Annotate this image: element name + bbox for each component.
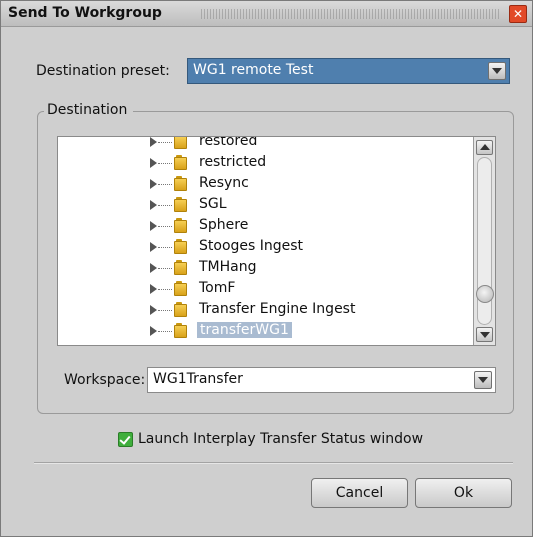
tree-item-label: restored <box>199 136 258 149</box>
workspace-value: WG1Transfer <box>153 371 243 387</box>
tree-connector <box>158 226 172 227</box>
workspace-label: Workspace: <box>64 372 146 388</box>
folder-icon <box>174 302 188 318</box>
folder-icon <box>174 176 188 192</box>
launch-status-checkbox[interactable] <box>118 432 133 447</box>
expand-arrow-icon[interactable] <box>150 263 157 273</box>
expand-arrow-icon[interactable] <box>150 284 157 294</box>
tree-item[interactable]: transferWG1 <box>58 321 468 342</box>
title-bar[interactable]: Send To Workgroup ✕ <box>1 1 532 27</box>
tree-connector <box>158 205 172 206</box>
folder-icon <box>174 281 188 297</box>
tree-connector <box>158 331 172 332</box>
send-to-workgroup-dialog: Send To Workgroup ✕ Destination preset: … <box>0 0 533 537</box>
tree-item-label: Sphere <box>199 217 249 233</box>
tree-connector <box>158 289 172 290</box>
folder-icon <box>174 239 188 255</box>
tree-connector <box>158 268 172 269</box>
folder-icon <box>174 137 188 150</box>
tree-item-label: TomF <box>199 280 236 296</box>
scroll-thumb[interactable] <box>476 284 494 303</box>
expand-arrow-icon[interactable] <box>150 158 157 168</box>
divider <box>34 462 513 464</box>
destination-group-label: Destination <box>44 102 134 118</box>
tree-connector <box>158 310 172 311</box>
tree-item[interactable]: Sphere <box>58 216 468 237</box>
tree-item-label: Transfer Engine Ingest <box>199 301 356 317</box>
expand-arrow-icon[interactable] <box>150 137 157 147</box>
chevron-down-icon[interactable] <box>488 62 506 80</box>
ok-button[interactable]: Ok <box>415 478 512 508</box>
tree-item[interactable]: TomF <box>58 279 468 300</box>
tree-item[interactable]: restricted <box>58 153 468 174</box>
tree-connector <box>158 142 172 143</box>
tree-item-label: Stooges Ingest <box>199 238 304 254</box>
folder-icon <box>174 197 188 213</box>
destination-preset-value: WG1 remote Test <box>193 62 314 78</box>
chevron-down-icon[interactable] <box>474 371 492 389</box>
destination-preset-label: Destination preset: <box>36 63 170 79</box>
tree-item-label: transferWG1 <box>197 322 292 338</box>
tree-item-label: Resync <box>199 175 249 191</box>
tree-item[interactable]: Transfer Engine Ingest <box>58 300 468 321</box>
tree-item[interactable]: Resync <box>58 174 468 195</box>
expand-arrow-icon[interactable] <box>150 242 157 252</box>
expand-arrow-icon[interactable] <box>150 326 157 336</box>
launch-status-label: Launch Interplay Transfer Status window <box>138 431 424 447</box>
dialog-title: Send To Workgroup <box>8 5 162 21</box>
folder-icon <box>174 155 188 171</box>
destination-preset-select[interactable]: WG1 remote Test <box>187 58 510 84</box>
destination-tree[interactable]: restored restricted Resync SGL Sphere Stooges… <box>57 136 496 346</box>
tree-connector <box>158 247 172 248</box>
folder-icon <box>174 323 188 339</box>
tree-item[interactable]: SGL <box>58 195 468 216</box>
expand-arrow-icon[interactable] <box>150 179 157 189</box>
expand-arrow-icon[interactable] <box>150 221 157 231</box>
close-icon: ✕ <box>512 7 524 21</box>
folder-icon <box>174 260 188 276</box>
tree-connector <box>158 184 172 185</box>
title-bar-grip <box>201 9 501 19</box>
tree-item[interactable]: Stooges Ingest <box>58 237 468 258</box>
cancel-button[interactable]: Cancel <box>311 478 408 508</box>
workspace-select[interactable]: WG1Transfer <box>147 367 496 393</box>
expand-arrow-icon[interactable] <box>150 305 157 315</box>
folder-icon <box>174 218 188 234</box>
scroll-down-arrow-icon[interactable] <box>476 327 493 342</box>
expand-arrow-icon[interactable] <box>150 200 157 210</box>
tree-item[interactable]: restored <box>58 136 468 153</box>
tree-item[interactable]: TMHang <box>58 258 468 279</box>
tree-connector <box>158 163 172 164</box>
close-button[interactable]: ✕ <box>509 5 527 23</box>
tree-item-label: restricted <box>199 154 267 170</box>
tree-scrollbar[interactable] <box>473 137 495 345</box>
scroll-up-arrow-icon[interactable] <box>476 140 493 155</box>
tree-item-label: TMHang <box>199 259 257 275</box>
tree-item-label: SGL <box>199 196 227 212</box>
